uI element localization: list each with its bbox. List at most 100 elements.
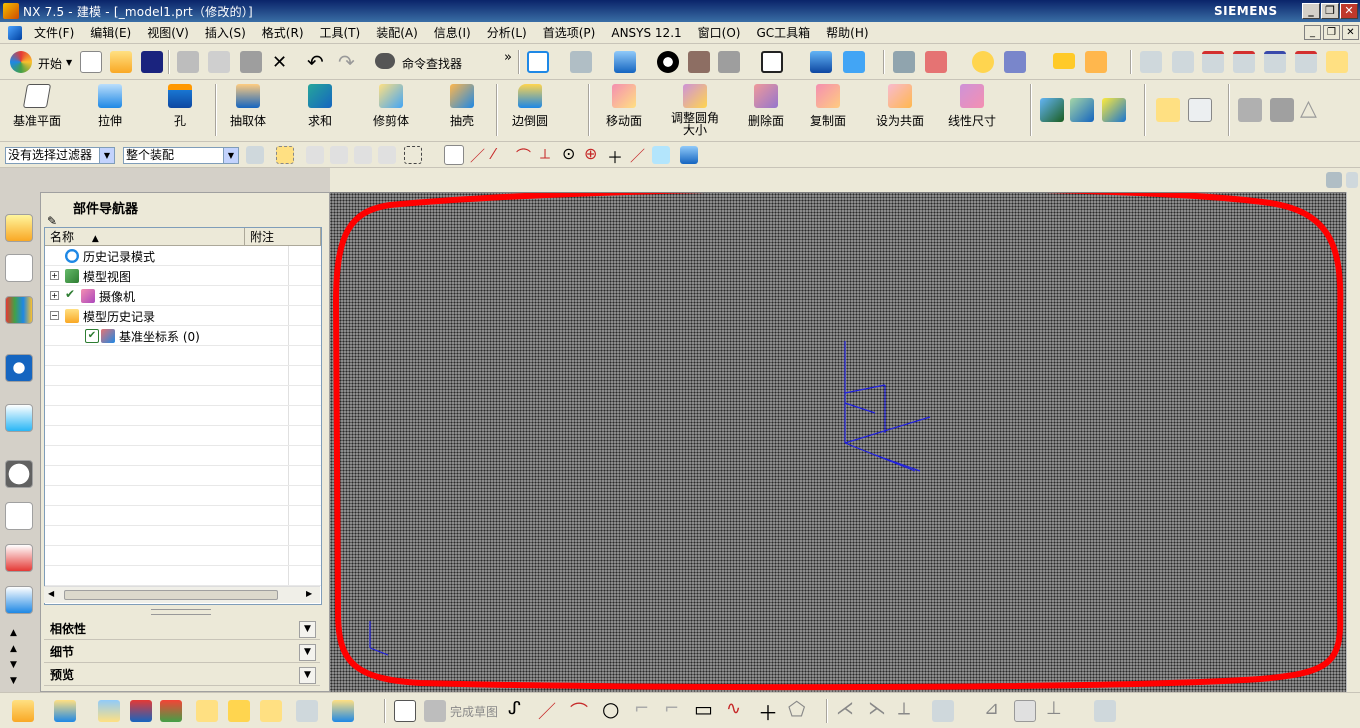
expand-icon[interactable]: + — [50, 271, 59, 280]
select-edge-icon[interactable] — [378, 146, 396, 164]
analysis-gh-icon[interactable] — [1264, 51, 1286, 73]
trim-curve-icon[interactable]: ⋌ — [836, 698, 854, 719]
tree-row-model-history[interactable]: − 模型历史记录 — [45, 306, 321, 326]
extend-curve-icon[interactable]: ⋋ — [868, 698, 886, 719]
checkbox-checked-icon[interactable]: ✔ — [85, 329, 99, 343]
paste-icon[interactable] — [240, 51, 262, 73]
assembly-navigator-icon[interactable] — [5, 214, 33, 242]
menu-preferences[interactable]: 首选项(P) — [535, 24, 604, 41]
open-folder-icon[interactable] — [110, 51, 132, 73]
dimension-icon[interactable]: ⊿ — [984, 698, 999, 719]
line-icon[interactable]: ／ — [538, 698, 556, 724]
side-scroll-down-icon[interactable]: ▼ — [10, 660, 17, 670]
snap-midpoint-icon[interactable]: ⁄ — [492, 145, 495, 163]
scroll-thumb[interactable] — [64, 590, 278, 600]
menu-info[interactable]: 信息(I) — [426, 24, 479, 41]
bottom-tool-2-icon[interactable] — [54, 700, 76, 722]
rectangle-icon[interactable]: ▭ — [694, 697, 713, 721]
pattern-face-icon[interactable] — [1102, 98, 1126, 122]
sync-modeling-icon[interactable] — [1040, 98, 1064, 122]
column-header-notes[interactable]: 附注 — [245, 228, 321, 246]
copy-icon[interactable] — [208, 51, 230, 73]
collapse-icon[interactable]: − — [50, 311, 59, 320]
menu-help[interactable]: 帮助(H) — [818, 24, 876, 41]
expand-icon[interactable]: + — [50, 291, 59, 300]
linear-dimension-button[interactable]: 线性尺寸 — [944, 84, 1000, 129]
finish-sketch-label[interactable]: 完成草图 — [450, 703, 498, 720]
chevron-down-icon[interactable]: ▼ — [299, 644, 316, 661]
hammer-icon[interactable] — [1070, 98, 1094, 122]
analysis-g2-icon[interactable] — [1233, 51, 1255, 73]
point-icon[interactable]: ＋ — [758, 697, 778, 726]
delete-face-button[interactable]: 删除面 — [744, 84, 788, 129]
bottom-tool-1-icon[interactable] — [12, 700, 34, 722]
close-button[interactable]: ✕ — [1340, 3, 1358, 19]
binoculars-icon[interactable] — [375, 53, 395, 69]
select-all-icon[interactable] — [276, 146, 294, 164]
filter-settings-icon[interactable] — [246, 146, 264, 164]
system-materials-icon[interactable] — [5, 502, 33, 530]
measure-distance-icon[interactable] — [1053, 53, 1075, 69]
profile-icon[interactable]: ᔑ — [508, 698, 521, 719]
side-scroll-up-icon[interactable]: ▲ — [10, 628, 17, 638]
graphics-window[interactable] — [330, 192, 1360, 692]
tree-row-history-mode[interactable]: 历史记录模式 — [45, 246, 321, 266]
menu-insert[interactable]: 插入(S) — [197, 24, 254, 41]
extrude-button[interactable]: 拉伸 — [88, 84, 132, 129]
analysis-oh-icon[interactable] — [1295, 51, 1317, 73]
measure-angle-icon[interactable] — [1085, 51, 1107, 73]
selection-scope-select[interactable]: 整个装配 ▼ — [123, 147, 239, 164]
shell-button[interactable]: 抽壳 — [444, 84, 480, 129]
bottom-options-icon[interactable] — [1094, 700, 1116, 722]
wcs-icon[interactable] — [925, 51, 947, 73]
menu-tools[interactable]: 工具(T) — [312, 24, 369, 41]
analysis-surface-icon[interactable] — [1140, 51, 1162, 73]
web-browser-icon[interactable] — [5, 404, 33, 432]
move-face-button[interactable]: 移动面 — [602, 84, 646, 129]
bottom-tool-4-icon[interactable] — [130, 700, 152, 722]
type-filter-dropdown-icon[interactable]: ▼ — [99, 148, 114, 163]
cut-icon[interactable] — [177, 51, 199, 73]
dependencies-panel-header[interactable]: 相依性 ▼ — [44, 619, 320, 640]
selection-scope-dropdown-icon[interactable]: ▼ — [223, 148, 238, 163]
analysis-g0-icon[interactable] — [1172, 51, 1194, 73]
tree-row-datum-csys[interactable]: ✔ 基准坐标系 (0) — [45, 326, 321, 346]
doc-restore-button[interactable]: ❐ — [1323, 25, 1340, 40]
orient-view-icon[interactable] — [614, 51, 636, 73]
details-panel-header[interactable]: 细节 ▼ — [44, 642, 320, 663]
hidden-view-icon[interactable] — [718, 51, 740, 73]
menu-format[interactable]: 格式(R) — [254, 24, 312, 41]
process-studio-icon[interactable] — [5, 544, 33, 572]
bottom-tool-9-icon[interactable] — [296, 700, 318, 722]
reuse-library-icon[interactable] — [5, 296, 33, 324]
menu-ansys[interactable]: ANSYS 12.1 — [603, 26, 689, 40]
tree-horizontal-scrollbar[interactable]: ◀ ▶ — [44, 586, 320, 603]
snap-existing-point-icon[interactable]: ＋ — [607, 144, 623, 168]
edge-blend-button[interactable]: 边倒圆 — [506, 84, 554, 129]
bottom-tool-5-icon[interactable] — [160, 700, 182, 722]
viewport-vertical-scrollbar[interactable] — [1346, 192, 1360, 692]
snap-intersection-icon[interactable]: ⟂ — [540, 145, 550, 163]
hd3d-tools-icon[interactable] — [5, 354, 33, 382]
type-filter-select[interactable]: 没有选择过滤器 ▼ — [5, 147, 115, 164]
new-file-icon[interactable] — [80, 51, 102, 73]
unite-button[interactable]: 求和 — [302, 84, 338, 129]
work-layer-icon[interactable] — [843, 51, 865, 73]
side-scroll-end-icon[interactable]: ▼ — [10, 676, 17, 686]
snap-point-icon[interactable] — [444, 145, 464, 165]
bottom-tool-10-icon[interactable] — [332, 700, 354, 722]
pmi-icon[interactable] — [1156, 98, 1180, 122]
minimize-button[interactable]: _ — [1302, 3, 1320, 19]
menu-gc-toolbox[interactable]: GC工具箱 — [748, 24, 818, 41]
analysis-g1-icon[interactable] — [1202, 51, 1224, 73]
circle-icon[interactable]: ○ — [602, 697, 619, 721]
history-icon[interactable] — [5, 460, 33, 488]
resize-blend-button[interactable]: 调整圆角大小 — [668, 84, 722, 136]
doc-close-button[interactable]: ✕ — [1342, 25, 1359, 40]
snap-icon[interactable] — [972, 51, 994, 73]
start-label[interactable]: 开始 — [38, 55, 62, 72]
arc-icon[interactable]: ⌒ — [570, 698, 588, 724]
snap-arc-center-icon[interactable]: ⊙ — [562, 144, 575, 163]
rectangle-select-icon[interactable] — [404, 146, 422, 164]
polyline-icon[interactable]: ∿ — [726, 698, 741, 719]
